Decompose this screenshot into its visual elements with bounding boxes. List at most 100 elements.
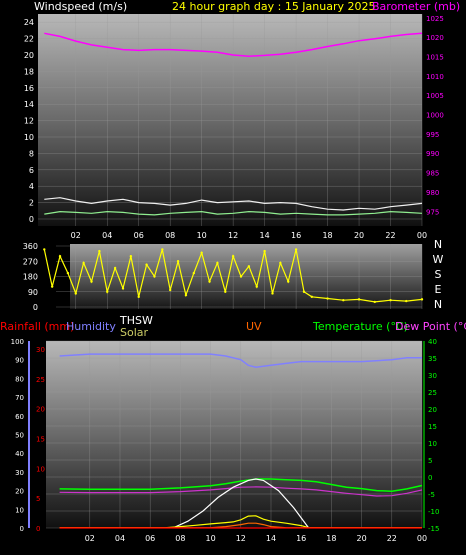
direction-point — [58, 254, 62, 258]
y-right-tick-label: 1025 — [426, 15, 444, 23]
direction-point — [98, 249, 101, 253]
direction-point — [113, 266, 117, 270]
x-tick-label: 22 — [385, 231, 395, 240]
direction-point — [326, 297, 329, 300]
temp-tick-label: 15 — [428, 423, 437, 431]
x-tick-label: 12 — [236, 534, 246, 543]
direction-point — [405, 299, 408, 303]
direction-point — [129, 254, 133, 258]
y-tick-label: 18 — [24, 67, 34, 76]
x-tick-label: 00 — [417, 534, 427, 543]
direction-point — [357, 298, 361, 301]
x-tick-label: 18 — [326, 534, 336, 543]
direction-point — [231, 254, 235, 258]
direction-tick-label: 0 — [33, 303, 38, 312]
x-tick-label: 22 — [387, 534, 397, 543]
direction-point — [192, 271, 196, 275]
rain-tick-label: 20 — [36, 406, 45, 414]
direction-point — [82, 261, 85, 265]
y-tick-label: 16 — [24, 84, 34, 93]
temp-tick-label: 25 — [428, 389, 437, 397]
direction-point — [176, 260, 180, 263]
compass-label: E — [435, 283, 442, 296]
direction-point — [302, 290, 306, 293]
direction-tick-label: 360 — [23, 242, 38, 251]
y-tick-label: 4 — [29, 182, 34, 191]
x-tick-label: 14 — [266, 534, 276, 543]
direction-point — [153, 275, 156, 278]
rain-tick-label: 30 — [36, 346, 45, 354]
y-tick-label: 10 — [24, 133, 34, 142]
humidity-tick-label: 20 — [15, 488, 24, 496]
direction-point — [247, 265, 251, 268]
x-tick-label: 16 — [296, 534, 306, 543]
y-right-tick-label: 995 — [426, 131, 439, 139]
direction-point — [271, 292, 274, 295]
y-tick-label: 20 — [24, 51, 34, 60]
direction-point — [255, 285, 258, 288]
temp-tick-label: 40 — [428, 338, 437, 346]
x-tick-label: 20 — [357, 534, 367, 543]
y-tick-label: 14 — [24, 100, 34, 109]
direction-point — [200, 251, 203, 254]
x-tick-label: 02 — [85, 534, 95, 543]
x-tick-label: 06 — [134, 231, 144, 240]
direction-point — [216, 261, 219, 265]
direction-point — [137, 295, 140, 299]
dew-point-label: Dew Point (°C) — [395, 320, 466, 333]
direction-point — [373, 300, 376, 304]
direction-point — [168, 288, 172, 292]
humidity-tick-label: 70 — [15, 394, 24, 402]
x-tick-label: 06 — [145, 534, 155, 543]
compass-label: N — [434, 298, 442, 311]
direction-point — [66, 271, 70, 275]
temp-tick-label: -5 — [428, 491, 435, 499]
solar-label: Solar — [120, 326, 149, 339]
direction-point — [184, 293, 188, 297]
humidity-tick-label: 0 — [20, 525, 24, 533]
panel-wind-direction: 090180270360 NWSEN — [23, 238, 444, 312]
direction-point — [279, 261, 282, 265]
humidity-tick-label: 30 — [15, 469, 24, 477]
humidity-tick-label: 60 — [15, 413, 24, 421]
x-tick-label: 14 — [260, 231, 270, 240]
y-right-tick-label: 975 — [426, 208, 439, 216]
x-tick-label: 08 — [165, 231, 175, 240]
y-tick-label: 8 — [29, 149, 34, 158]
direction-point — [310, 295, 314, 299]
x-tick-label: 10 — [197, 231, 207, 240]
temp-tick-label: 5 — [428, 457, 432, 465]
compass-label: N — [434, 238, 442, 251]
direction-point — [90, 280, 93, 283]
y-tick-label: 22 — [24, 35, 34, 44]
humidity-tick-label: 10 — [15, 506, 24, 514]
humidity-tick-label: 80 — [15, 375, 24, 383]
direction-point — [106, 290, 109, 293]
compass-label: W — [433, 253, 444, 266]
panel-temp-background — [46, 341, 422, 528]
rain-tick-label: 15 — [36, 436, 45, 444]
y-right-tick-label: 1010 — [426, 73, 444, 81]
direction-point — [287, 280, 290, 283]
direction-point — [145, 263, 148, 266]
y-right-tick-label: 980 — [426, 189, 439, 197]
rain-tick-label: 5 — [36, 495, 40, 503]
y-right-tick-label: 985 — [426, 170, 439, 178]
direction-tick-label: 90 — [28, 288, 38, 297]
temp-tick-label: 10 — [428, 440, 437, 448]
barometer-title: Barometer (mb) — [372, 0, 460, 13]
y-right-tick-label: 1005 — [426, 92, 444, 100]
humidity-tick-label: 50 — [15, 432, 24, 440]
x-tick-label: 18 — [322, 231, 332, 240]
direction-point — [43, 248, 46, 251]
temp-tick-label: -10 — [428, 508, 439, 516]
humidity-tick-label: 90 — [15, 357, 24, 365]
temp-tick-label: 0 — [428, 474, 432, 482]
humidity-tick-label: 100 — [11, 338, 24, 346]
temp-tick-label: 30 — [428, 372, 437, 380]
direction-point — [161, 248, 164, 251]
y-tick-label: 0 — [29, 215, 34, 224]
rain-label: Rainfall (mm) — [0, 320, 74, 333]
direction-tick-label: 180 — [23, 273, 38, 282]
y-right-tick-label: 1015 — [426, 54, 444, 62]
